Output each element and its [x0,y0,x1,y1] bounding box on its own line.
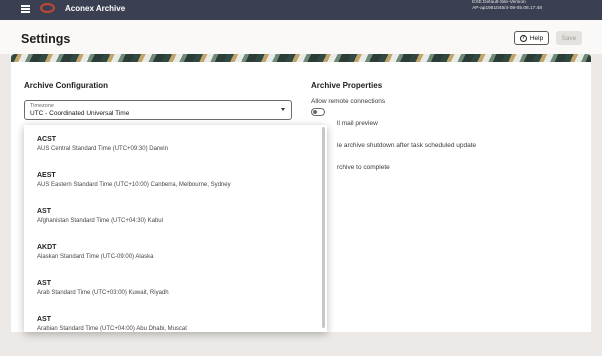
option-offset: (UTC+04:00) Abu Dhabi, Muscat [100,326,187,332]
allow-remote-label: Allow remote connections [311,98,386,105]
menu-icon[interactable] [21,5,30,13]
dropdown-scrollbar[interactable] [322,127,325,328]
caret-down-icon [281,108,285,111]
option-description: Arabian Standard Time (UTC+04:00) Abu Dh… [37,326,187,332]
option-offset: (UTC+10:00) Canberra, Melbourne, Sydney [114,182,231,188]
top-app-bar: Aconex Archive EXE.Default-Site-Version … [0,0,602,20]
timezone-option[interactable]: AST Arab Standard Time (UTC+03:00) Kuwai… [24,269,320,305]
option-abbr: AST [37,280,51,287]
timezone-select[interactable]: Timezone UTC - Coordinated Universal Tim… [24,100,292,120]
archive-configuration-title: Archive Configuration [24,81,109,90]
page-header: Settings ? Help Save [0,20,602,54]
option-name: AUS Eastern Standard Time [37,182,113,188]
option-name: Alaskan Standard Time [37,254,100,260]
allow-remote-toggle[interactable] [311,108,325,116]
page-title: Settings [21,32,71,46]
option-offset: (UTC+04:30) Kabul [111,218,163,224]
oracle-logo-icon [40,3,55,13]
option-offset: (UTC+09:30) Darwin [112,146,168,152]
option-description: AUS Central Standard Time (UTC+09:30) Da… [37,146,168,152]
option-offset: (UTC-09:00) Alaska [100,254,154,260]
timezone-option[interactable]: AST Arabian Standard Time (UTC+04:00) Ab… [24,305,320,332]
decorative-banner [11,54,591,62]
help-label: Help [529,34,544,42]
option-abbr: AEST [37,172,56,179]
option-name: Arab Standard Time [37,290,91,296]
help-button[interactable]: ? Help [514,31,549,45]
shutdown-after-update-label: le archive shutdown after task scheduled… [337,142,477,149]
option-description: Afghanistan Standard Time (UTC+04:30) Ka… [37,218,163,224]
timezone-option[interactable]: AKDT Alaskan Standard Time (UTC-09:00) A… [24,233,320,269]
help-icon: ? [519,34,527,42]
option-description: Arab Standard Time (UTC+03:00) Kuwait, R… [37,290,169,296]
option-name: AUS Central Standard Time [37,146,112,152]
option-abbr: ACST [37,136,57,143]
mail-preview-label: ll mail preview [337,120,378,127]
option-abbr: AKDT [37,244,57,251]
env-line-2: AP-ap1951045/4-08-05.08.17:48 [472,6,542,11]
option-offset: (UTC+03:00) Kuwait, Riyadh [92,290,169,296]
save-button[interactable]: Save [556,31,582,45]
option-description: Alaskan Standard Time (UTC-09:00) Alaska [37,254,153,260]
timezone-option[interactable]: AEST AUS Eastern Standard Time (UTC+10:0… [24,161,320,197]
option-name: Arabian Standard Time [37,326,99,332]
timezone-option[interactable]: ACST AUS Central Standard Time (UTC+09:3… [24,125,320,161]
timezone-value: UTC - Coordinated Universal Time [30,110,130,117]
timezone-dropdown-list: ACST AUS Central Standard Time (UTC+09:3… [24,125,327,332]
archive-properties-title: Archive Properties [311,81,383,90]
environment-info: EXE.Default-Site-Version AP-ap1951045/4-… [472,0,542,12]
option-name: Afghanistan Standard Time [37,218,110,224]
timezone-option[interactable]: AST Afghanistan Standard Time (UTC+04:30… [24,197,320,233]
option-abbr: AST [37,316,51,323]
option-abbr: AST [37,208,51,215]
timezone-label: Timezone [30,103,54,109]
app-title: Aconex Archive [65,4,126,13]
archive-complete-label: rchive to complete [337,164,390,171]
option-description: AUS Eastern Standard Time (UTC+10:00) Ca… [37,182,231,188]
